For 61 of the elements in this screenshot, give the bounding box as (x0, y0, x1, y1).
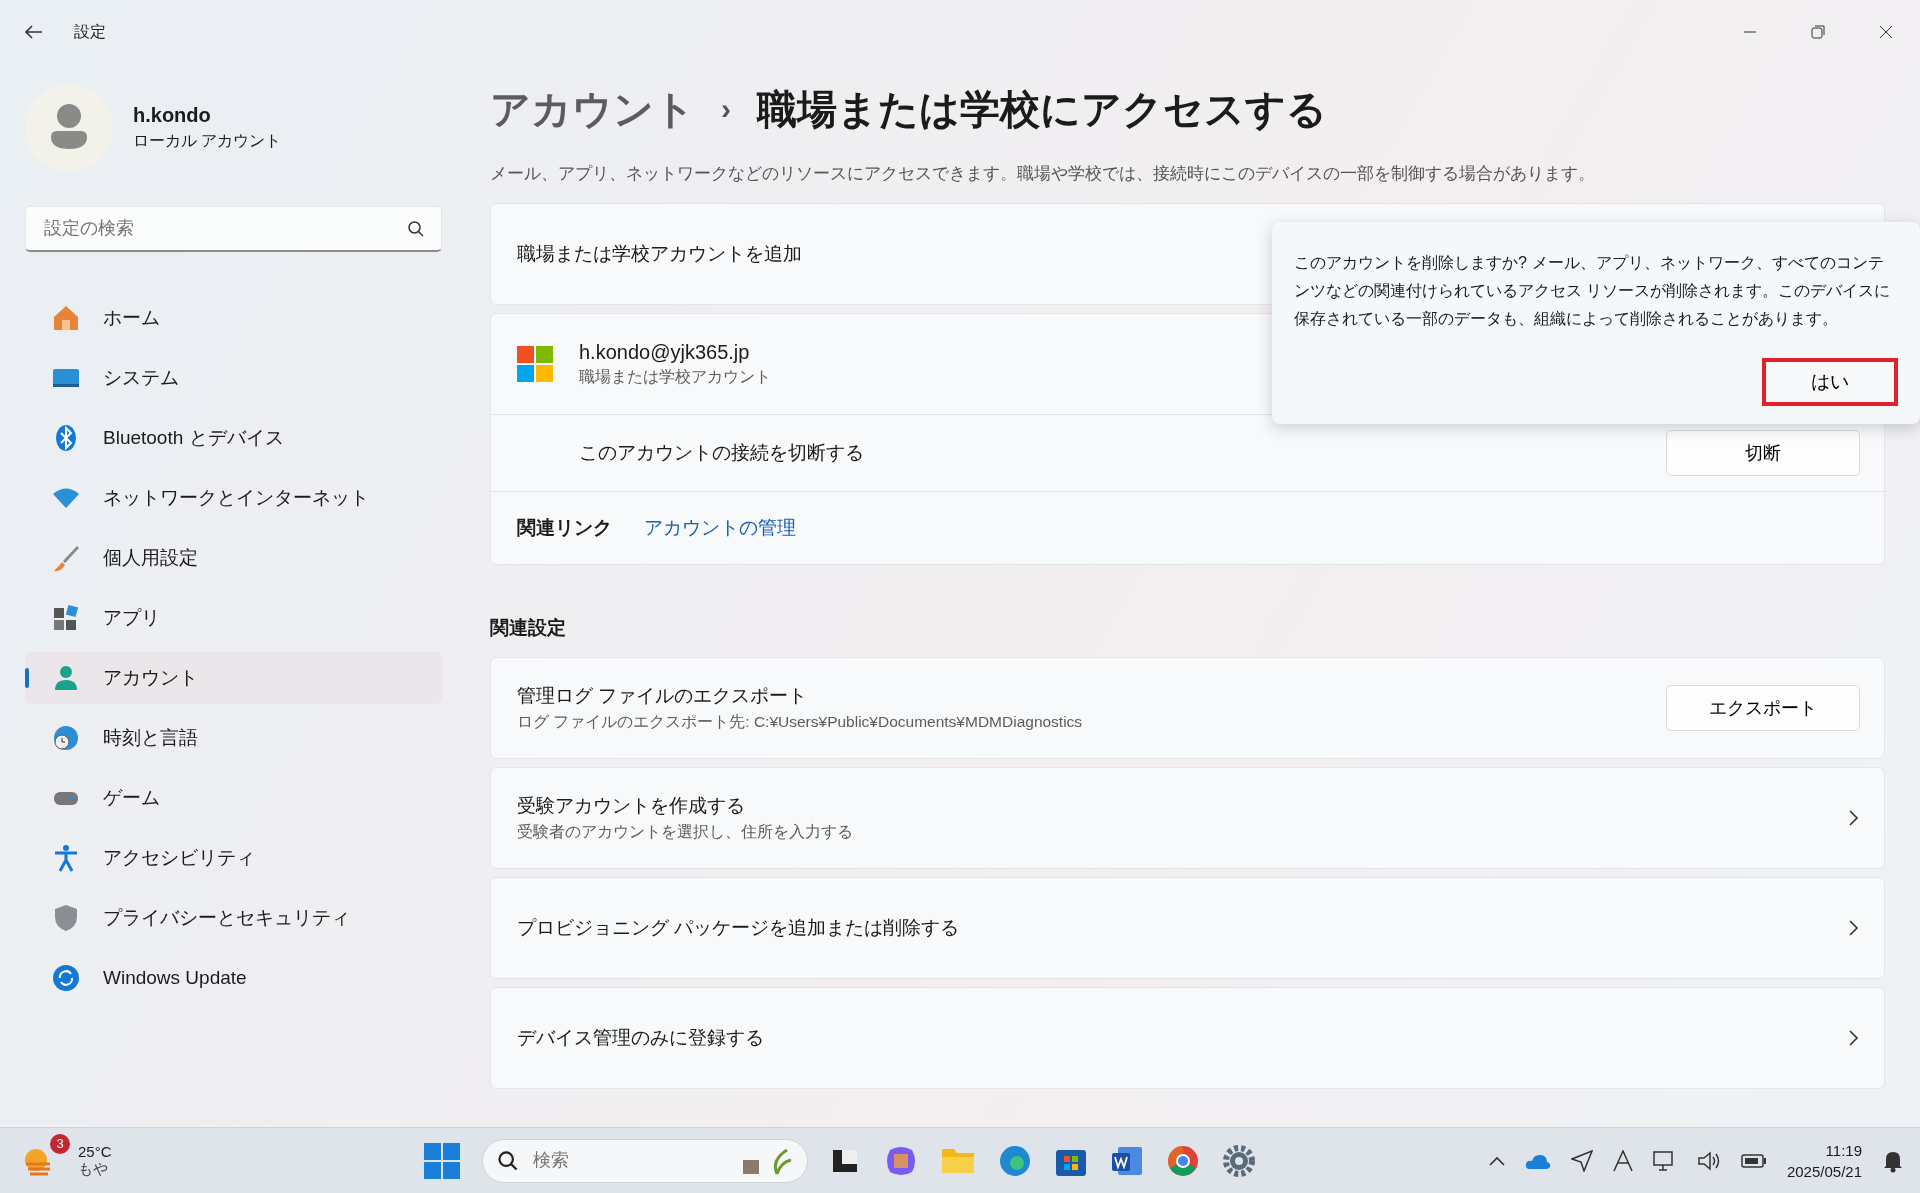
brush-icon (51, 543, 81, 573)
setting-row[interactable]: プロビジョニング パッケージを追加または削除する (490, 877, 1885, 979)
nav-item[interactable]: Bluetooth とデバイス (25, 412, 442, 464)
start-icon[interactable] (424, 1142, 460, 1179)
window-title: 設定 (74, 21, 106, 42)
nav-item[interactable]: アクセシビリティ (25, 832, 442, 884)
disconnect-button[interactable]: 切断 (1666, 430, 1860, 476)
page-title: 職場または学校にアクセスする (757, 85, 1327, 133)
clock-time[interactable]: 11:19 (1786, 1139, 1862, 1161)
apps-icon (51, 603, 81, 633)
chevron-up-icon[interactable] (1488, 1155, 1505, 1166)
setting-row[interactable]: デバイス管理のみに登録する (490, 987, 1885, 1089)
setting-label: このアカウントの接続を切断する (579, 441, 864, 465)
nav-item[interactable]: システム (25, 352, 442, 404)
section-label: 関連リンク (517, 516, 612, 540)
nav-item[interactable]: ホーム (25, 292, 442, 344)
weather-condition: もや (78, 1159, 109, 1179)
breadcrumb-separator: › (721, 92, 731, 126)
nav-item[interactable]: Windows Update (25, 952, 442, 1004)
setting-row[interactable]: 受験アカウントを作成する 受験者のアカウントを選択し、住所を入力する (490, 767, 1885, 869)
export-button[interactable]: エクスポート (1666, 685, 1860, 731)
gear-icon[interactable] (1222, 1143, 1256, 1178)
taskbar-search-field[interactable]: 検索 (482, 1138, 808, 1183)
speaker-icon[interactable] (1696, 1149, 1721, 1172)
sync-icon (51, 963, 81, 993)
location-arrow-icon[interactable] (1570, 1149, 1593, 1172)
nav-item[interactable]: 個人用設定 (25, 532, 442, 584)
temperature: 25°C (78, 1142, 112, 1160)
nav-item[interactable]: ゲーム (25, 772, 442, 824)
chevron-right-icon (1846, 919, 1860, 937)
close-icon (1879, 25, 1893, 39)
notification-badge: 3 (50, 1133, 70, 1154)
chevron-right-icon (1846, 809, 1860, 827)
globe-clock-icon (51, 723, 81, 753)
browser-icon[interactable] (998, 1143, 1032, 1178)
nav-item[interactable]: 時刻と言語 (25, 712, 442, 764)
search-input[interactable]: 検索 (531, 1149, 725, 1172)
account-type: ローカル アカウント (133, 131, 282, 151)
page-description: メール、アプリ、ネットワークなどのリソースにアクセスできます。職場や学校では、接続時にこのデバイスの一部を制御する場合があります。 (490, 163, 1596, 185)
windows-logo-icon (517, 346, 553, 382)
account-email: h.kondo@yjk365.jp (579, 340, 751, 364)
setting-row[interactable]: 管理ログ ファイルのエクスポート ログ ファイルのエクスポート先: C:¥Users¥Public¥Documents¥MDMDiagnostics エクスポート (490, 657, 1885, 759)
clock-date[interactable]: 2025/05/21 (1786, 1160, 1862, 1182)
account-type: 職場または学校アカウント (579, 366, 771, 387)
section-heading: 関連設定 (490, 616, 567, 640)
browser-icon[interactable] (1166, 1143, 1200, 1178)
input-method-icon[interactable] (1612, 1149, 1633, 1172)
search-icon (497, 1149, 519, 1172)
nav-item[interactable]: アカウント (25, 652, 442, 704)
restore-icon (1811, 25, 1825, 39)
house-icon (51, 303, 81, 333)
chevron-right-icon (1846, 1029, 1860, 1047)
battery-icon[interactable] (1740, 1153, 1767, 1168)
breadcrumb-link[interactable]: アカウント (490, 81, 695, 137)
user-name: h.kondo (133, 104, 212, 127)
manage-account-link[interactable]: アカウントの管理 (644, 515, 796, 541)
nav-item[interactable]: アプリ (25, 592, 442, 644)
nav-item[interactable]: ネットワークとインターネット (25, 472, 442, 524)
yes-button[interactable]: はい (1762, 358, 1898, 406)
search-icon (407, 219, 425, 238)
nav-item[interactable]: プライバシーとセキュリティ (25, 892, 442, 944)
